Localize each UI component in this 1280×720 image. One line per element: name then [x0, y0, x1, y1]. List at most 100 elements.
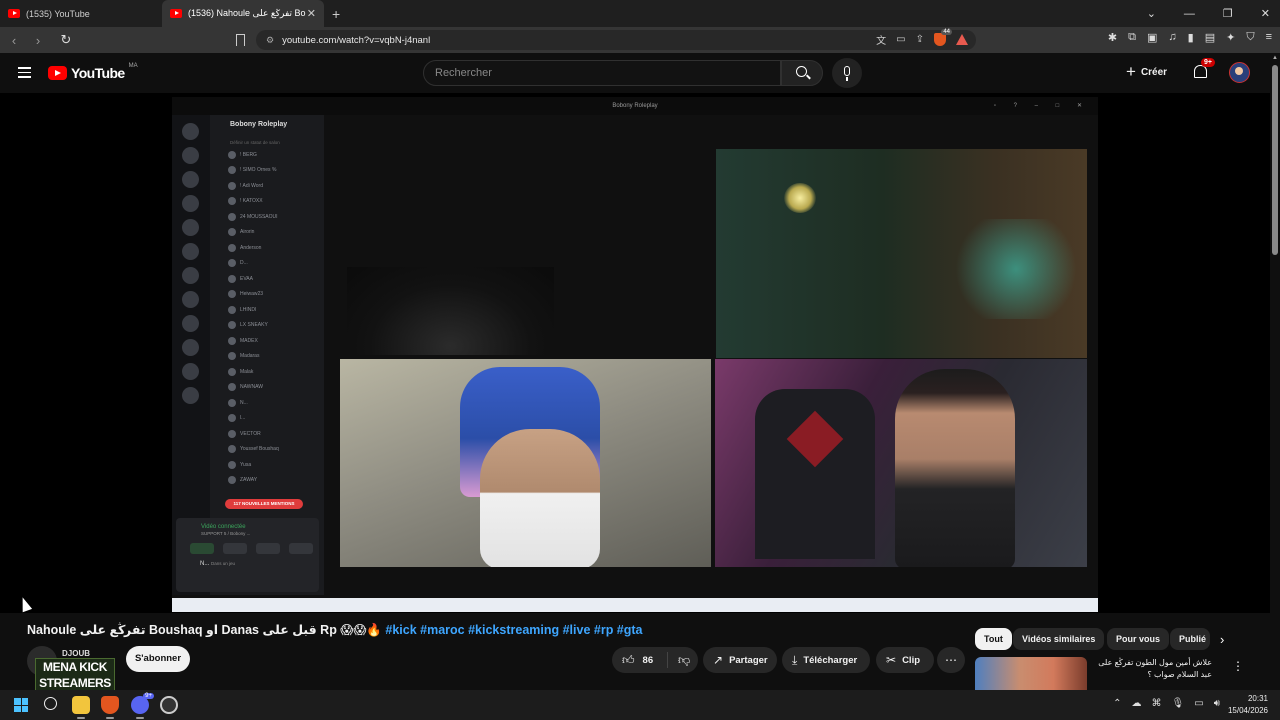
clip-button[interactable]: ✂ Clip: [876, 647, 934, 673]
notifications-badge: 9+: [1201, 58, 1215, 67]
thumbs-up-icon: 👍︎: [622, 652, 635, 667]
taskbar-search-icon[interactable]: [44, 697, 57, 710]
scrollbar-thumb[interactable]: [1272, 65, 1278, 255]
share-icon[interactable]: ⇪: [916, 34, 924, 45]
stream-taskbar: [172, 598, 1098, 612]
vpn-icon[interactable]: ⛉: [1246, 31, 1254, 44]
leo-icon[interactable]: ✦: [1226, 31, 1235, 44]
tab-label: (1535) YouTube: [26, 8, 90, 19]
reload-icon[interactable]: ↻: [56, 32, 76, 48]
onedrive-icon[interactable]: ☁: [1132, 698, 1142, 709]
address-bar[interactable]: ⚙ youtube.com/watch?v=vqbN-j4nanl 文 ▭ ⇪ …: [256, 29, 976, 50]
back-icon[interactable]: ‹: [4, 33, 24, 48]
network-icon[interactable]: ⌘: [1152, 698, 1162, 709]
like-button[interactable]: 👍︎ 86: [612, 652, 668, 668]
wallet-icon[interactable]: ▤: [1205, 31, 1215, 44]
browser-tab-youtube[interactable]: (1535) YouTube: [0, 0, 162, 27]
forward-icon[interactable]: ›: [28, 33, 48, 48]
running-indicator: [106, 717, 114, 719]
member-row: EVAA: [210, 271, 324, 287]
cast-icon[interactable]: ▭: [896, 34, 905, 45]
guide-menu-icon[interactable]: [18, 67, 31, 78]
volume-icon[interactable]: 🔊︎: [1214, 698, 1220, 709]
member-row: ! BERG: [210, 147, 324, 163]
translate-icon[interactable]: 文: [876, 32, 886, 47]
running-indicator: [136, 717, 144, 719]
file-explorer-icon[interactable]: [72, 696, 90, 714]
dislike-button[interactable]: 👎︎: [668, 653, 690, 668]
brave-rewards-icon[interactable]: [956, 34, 968, 45]
more-actions-button[interactable]: ⋯: [937, 647, 965, 673]
chevron-right-icon[interactable]: ›: [1220, 632, 1224, 647]
account-avatar[interactable]: [1229, 62, 1250, 83]
channel-name[interactable]: DJOUB: [62, 649, 90, 658]
search-input[interactable]: Rechercher: [423, 60, 781, 86]
subscribe-button[interactable]: S'abonner: [126, 646, 190, 672]
search-placeholder: Rechercher: [435, 67, 492, 79]
windows-start-icon[interactable]: [14, 698, 28, 712]
mic-tray-icon[interactable]: 🎙︎: [1172, 698, 1185, 709]
brave-browser-icon[interactable]: [101, 696, 119, 714]
extension-icons: ✱ ⧉ ▣ ♫ ▮ ▤ ✦ ⛉ ≡: [1108, 31, 1272, 44]
person-shape: [895, 369, 1015, 567]
member-row: ! Adi Word: [210, 178, 324, 194]
share-arrow-icon: ↗: [713, 653, 724, 667]
member-row: Madaras: [210, 349, 324, 365]
search-button[interactable]: [781, 60, 823, 86]
voice-search-button[interactable]: [832, 58, 862, 88]
notifications-bell-icon[interactable]: 9+: [1194, 58, 1215, 78]
download-button[interactable]: ⤓ Télécharger: [782, 647, 870, 673]
menu-icon[interactable]: ≡: [1266, 31, 1272, 44]
screenshot-icon[interactable]: ▣: [1147, 31, 1157, 44]
download-icon: ⤓: [792, 652, 798, 667]
chip-similar[interactable]: Vidéos similaires: [1013, 628, 1105, 650]
tray-chevron-icon[interactable]: ⌃: [1113, 698, 1121, 709]
youtube-logo[interactable]: YouTube MA: [48, 63, 138, 81]
page-scrollbar[interactable]: ▲: [1270, 53, 1280, 690]
restore-icon[interactable]: ❐: [1223, 7, 1233, 20]
system-clock[interactable]: 20:31 15/04/2026: [1228, 693, 1268, 717]
member-row: ! KATOXX: [210, 194, 324, 210]
chip-for-you[interactable]: Pour vous: [1107, 628, 1170, 650]
chip-published[interactable]: Publié: [1170, 628, 1210, 650]
member-row: VECTOR: [210, 426, 324, 442]
recommended-video-title[interactable]: علاش أمين مول الطون تفرڭع على عبد السلام…: [1092, 657, 1212, 681]
video-player[interactable]: Bobony Roleplay ▫ ? – □ ✕ Bobony Rolepla…: [0, 93, 1270, 613]
like-dislike-group: 👍︎ 86 👎︎: [612, 647, 698, 673]
close-tab-icon[interactable]: ✕: [307, 7, 316, 20]
puzzle-icon[interactable]: ⧉: [1128, 31, 1136, 44]
discord-icon[interactable]: 9+: [131, 693, 154, 714]
app-icon[interactable]: [160, 696, 178, 714]
tab-search-chevron-icon[interactable]: ⌄: [1147, 7, 1156, 20]
create-button[interactable]: + Créer: [1126, 63, 1167, 81]
share-button[interactable]: ↗ Partager: [703, 647, 777, 673]
bookmark-icon[interactable]: [236, 34, 245, 46]
site-info-icon[interactable]: ⚙: [266, 35, 274, 46]
recommended-video-thumbnail[interactable]: [975, 657, 1087, 690]
server-icon: [182, 315, 199, 332]
music-icon[interactable]: ♫: [1168, 31, 1176, 44]
close-window-icon[interactable]: ✕: [1261, 7, 1270, 20]
sidebar-icon[interactable]: ▮: [1188, 31, 1194, 44]
member-row: Heiwaw23: [210, 287, 324, 303]
extension-icon[interactable]: ✱: [1108, 31, 1117, 44]
mena-kick-streamers-logo: MENA KICK STREAMERS: [35, 658, 115, 694]
new-tab-button[interactable]: +: [332, 6, 340, 22]
member-row: NAWNAW: [210, 380, 324, 396]
server-icon: [182, 147, 199, 164]
browser-tab-video[interactable]: (1536) Nahoule تفرڭع على Boush ✕: [162, 0, 324, 27]
scroll-up-icon[interactable]: ▲: [1272, 55, 1278, 61]
voice-controls: [176, 536, 319, 554]
url-text: youtube.com/watch?v=vqbN-j4nanl: [282, 34, 431, 46]
hashtags[interactable]: #kick #maroc #kickstreaming #live #rp #g…: [385, 623, 642, 637]
browser-toolbar: ‹ › ↻ ⚙ youtube.com/watch?v=vqbN-j4nanl …: [0, 27, 1280, 53]
display-icon[interactable]: ▭: [1194, 698, 1203, 709]
more-vertical-icon[interactable]: ⋮: [1232, 659, 1244, 673]
chip-all[interactable]: Tout: [975, 628, 1012, 650]
server-icon: [182, 219, 199, 236]
member-row: Yusa: [210, 457, 324, 473]
scissors-icon: ✂: [886, 653, 897, 667]
minimize-icon[interactable]: —: [1184, 8, 1195, 20]
member-row: LX SNEAKY: [210, 318, 324, 334]
brave-shield-icon[interactable]: 44: [934, 29, 952, 46]
